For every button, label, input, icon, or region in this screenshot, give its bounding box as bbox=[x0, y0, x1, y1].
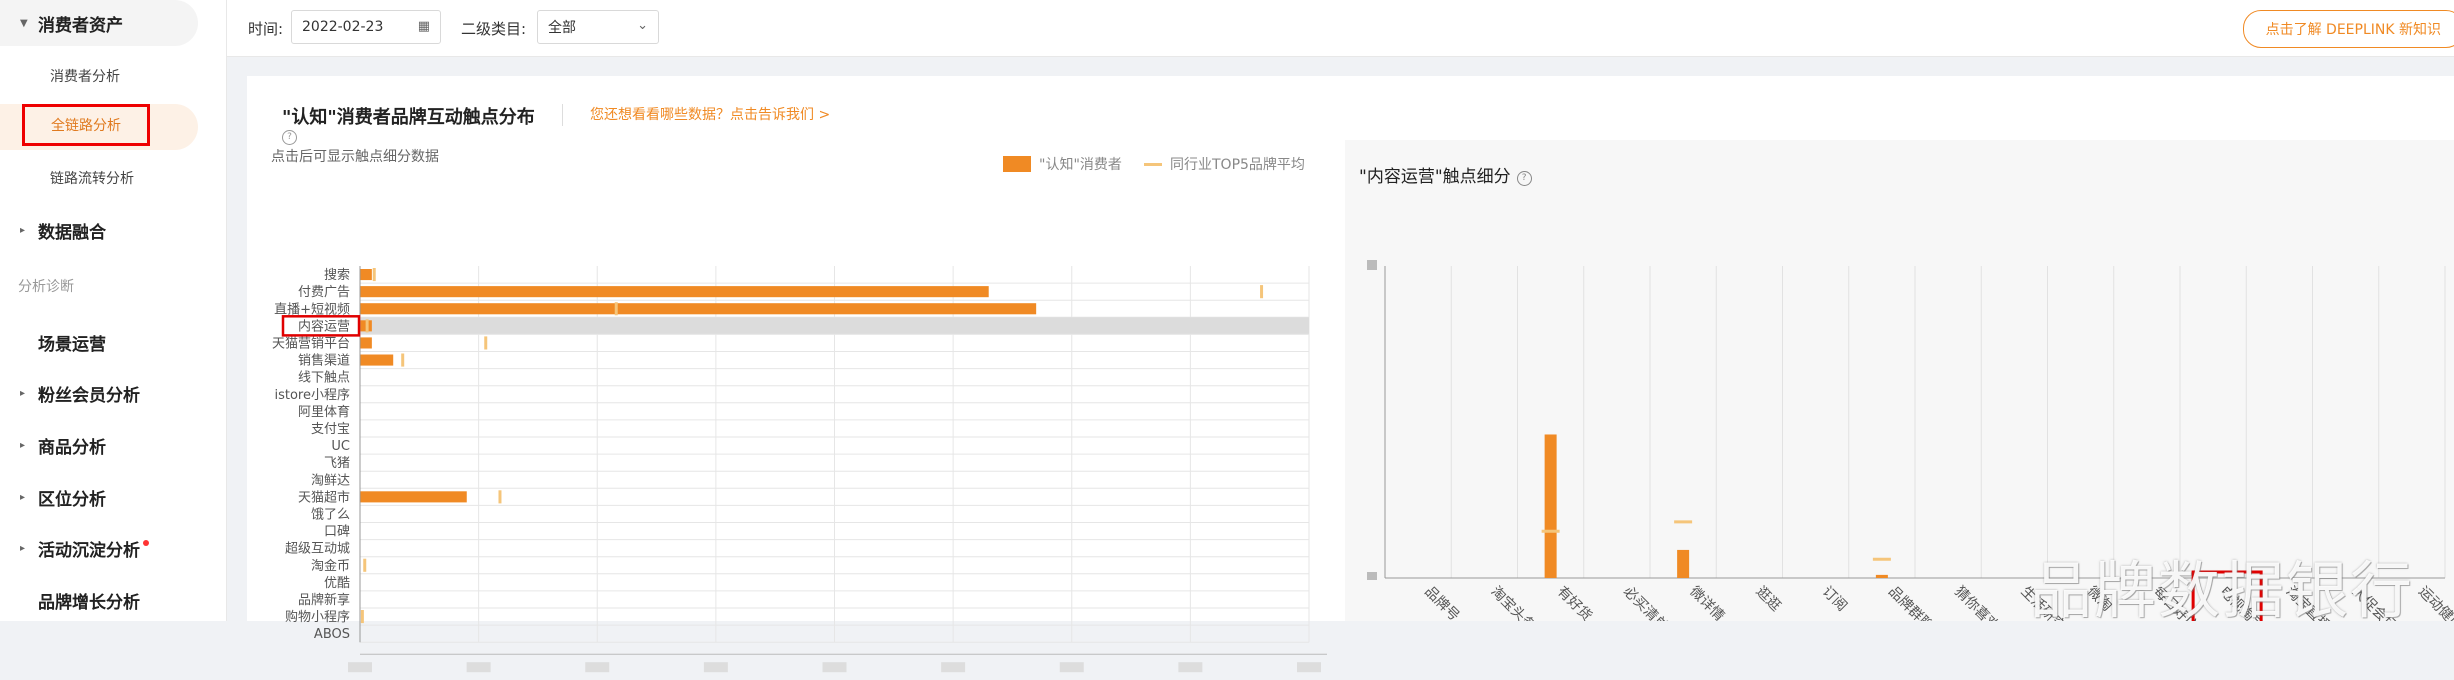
y-tick-placeholder bbox=[1367, 260, 1377, 270]
x-tick-label: 微详情 bbox=[1686, 584, 1727, 621]
y-tick-label: 口碑 bbox=[324, 524, 350, 540]
y-tick-label: 淘金币 bbox=[311, 558, 350, 574]
bar bbox=[1677, 549, 1690, 578]
x-tick-placeholder bbox=[1297, 662, 1321, 673]
sidebar: ▼ 消费者资产 消费者分析 全链路分析 链路流转分析 ▸ 数据融合 分析诊断 场… bbox=[0, 0, 227, 621]
y-tick-label: 天猫超市 bbox=[298, 489, 350, 505]
sidebar-section-campaign[interactable]: ▸ 活动沉淀分析 bbox=[0, 528, 149, 568]
sidebar-section-scene-ops[interactable]: 场景运营 bbox=[0, 322, 106, 362]
x-tick-placeholder bbox=[585, 662, 610, 673]
sidebar-section-fans[interactable]: ▸ 粉丝会员分析 bbox=[0, 373, 140, 413]
calendar-icon: ▦ bbox=[417, 19, 430, 34]
x-tick-label: 淘宝头条 bbox=[1488, 583, 1540, 621]
y-tick-label: 销售渠道 bbox=[298, 353, 350, 369]
panel-title: "认知"消费者品牌互动触点分布 bbox=[282, 107, 535, 128]
y-tick-label: 直播+短视频 bbox=[274, 302, 350, 317]
category-label: 二级类目: bbox=[461, 20, 527, 38]
y-tick-label: 线下触点 bbox=[298, 371, 350, 386]
legend-item-top5[interactable]: 同行业TOP5品牌平均 bbox=[1144, 154, 1305, 174]
bar bbox=[360, 491, 467, 503]
panel-pointer bbox=[1329, 358, 1345, 394]
bar bbox=[360, 337, 372, 349]
highlight-row bbox=[360, 317, 1309, 335]
y-tick-label: 超级互动城 bbox=[285, 542, 350, 557]
x-tick-label: 运动健康 bbox=[2415, 583, 2454, 621]
time-label: 时间: bbox=[248, 20, 284, 38]
y-tick-label: 支付宝 bbox=[311, 422, 350, 437]
y-tick-label: 搜索 bbox=[324, 268, 350, 283]
y-tick-label: 付费广告 bbox=[298, 285, 350, 300]
y-tick-placeholder bbox=[1367, 572, 1377, 580]
y-tick-label: 天猫营销平台 bbox=[272, 337, 350, 352]
help-icon[interactable]: ? bbox=[1516, 171, 1532, 186]
y-tick-label: 内容运营 bbox=[298, 318, 350, 334]
feedback-link[interactable]: 您还想看看哪些数据？点击告诉我们 > bbox=[590, 104, 830, 124]
new-badge bbox=[143, 540, 149, 546]
chart-hint: 点击后可显示触点细分数据 bbox=[271, 149, 439, 165]
bar bbox=[1875, 574, 1888, 578]
sidebar-group-label: 分析诊断 bbox=[18, 279, 74, 295]
y-tick-label: UC bbox=[331, 439, 350, 454]
x-tick-placeholder bbox=[703, 662, 728, 673]
sidebar-section-brand-growth[interactable]: 品牌增长分析 bbox=[0, 580, 140, 620]
bar bbox=[1544, 434, 1557, 578]
caret-right-icon: ▸ bbox=[20, 224, 26, 236]
x-tick-label: 必买清单 bbox=[1620, 584, 1671, 621]
chevron-down-icon: ⌄ bbox=[637, 18, 648, 33]
sidebar-item-full-link-analysis[interactable]: 全链路分析 bbox=[22, 104, 150, 146]
x-tick-placeholder bbox=[1178, 662, 1203, 673]
legend-swatch-line bbox=[1144, 162, 1162, 166]
bar bbox=[360, 354, 394, 366]
x-tick-label: 品牌号 bbox=[1421, 583, 1463, 621]
x-tick-label: 订阅 bbox=[1819, 584, 1850, 615]
y-tick-label: ABOS bbox=[314, 627, 350, 642]
x-tick-placeholder bbox=[822, 662, 847, 673]
y-tick-label: 饿了么 bbox=[311, 508, 350, 523]
touchpoint-distribution-chart[interactable]: 搜索付费广告直播+短视频内容运营天猫营销平台销售渠道线下触点 istore小程序阿… bbox=[247, 180, 1327, 680]
x-tick-label: 有好货 bbox=[1554, 583, 1596, 621]
sidebar-section-products[interactable]: ▸ 商品分析 bbox=[0, 425, 106, 465]
caret-down-icon: ▼ bbox=[20, 17, 28, 29]
x-tick-label: 猜你喜欢 bbox=[1951, 584, 2002, 621]
x-tick-label: 逛逛 bbox=[1753, 584, 1784, 615]
date-picker[interactable]: 2022-02-23 ▦ bbox=[291, 10, 441, 44]
y-tick-label: 优酷 bbox=[324, 576, 350, 591]
x-tick-placeholder bbox=[466, 662, 491, 673]
y-tick-label: 淘鲜达 bbox=[311, 473, 350, 488]
x-tick-placeholder bbox=[348, 662, 372, 673]
caret-right-icon: ▸ bbox=[20, 439, 26, 451]
watermark: 品牌数据银行 bbox=[2030, 554, 2415, 627]
sidebar-section-consumer-assets[interactable]: ▼ 消费者资产 bbox=[0, 3, 123, 43]
caret-right-icon: ▸ bbox=[20, 491, 26, 503]
y-tick-label: 飞猪 bbox=[324, 456, 350, 471]
legend-swatch-bar bbox=[1003, 156, 1031, 172]
legend-item-consumer[interactable]: "认知"消费者 bbox=[1003, 154, 1122, 174]
bar bbox=[360, 303, 1037, 315]
y-tick-label: 品牌新享 bbox=[298, 592, 350, 608]
sidebar-item-link-flow-analysis[interactable]: 链路流转分析 bbox=[50, 160, 134, 196]
sidebar-item-consumer-analysis[interactable]: 消费者分析 bbox=[50, 58, 120, 94]
toolbar: 时间: 2022-02-23 ▦ 二级类目: 全部 ⌄ 点击了解 DEEPLIN… bbox=[227, 0, 2454, 57]
bar bbox=[360, 269, 372, 281]
title-divider bbox=[562, 104, 563, 126]
x-tick-label: 品牌群聊 bbox=[1885, 583, 1937, 621]
x-tick-placeholder bbox=[941, 662, 966, 673]
sidebar-section-data-fusion[interactable]: ▸ 数据融合 bbox=[0, 210, 106, 250]
y-tick-label: 购物小程序 bbox=[285, 609, 350, 625]
caret-right-icon: ▸ bbox=[20, 542, 26, 554]
y-tick-label: istore小程序 bbox=[275, 388, 351, 403]
sidebar-section-location[interactable]: ▸ 区位分析 bbox=[0, 477, 106, 517]
deeplink-info-button[interactable]: 点击了解 DEEPLINK 新知识 bbox=[2242, 10, 2454, 48]
bar bbox=[360, 286, 989, 298]
x-tick-placeholder bbox=[1059, 662, 1084, 673]
y-tick-label: 阿里体育 bbox=[298, 404, 350, 420]
caret-right-icon: ▸ bbox=[20, 387, 26, 399]
detail-title: "内容运营"触点细分? bbox=[1359, 162, 1532, 187]
category-select[interactable]: 全部 ⌄ bbox=[537, 10, 659, 44]
help-icon[interactable]: ? bbox=[282, 130, 297, 145]
